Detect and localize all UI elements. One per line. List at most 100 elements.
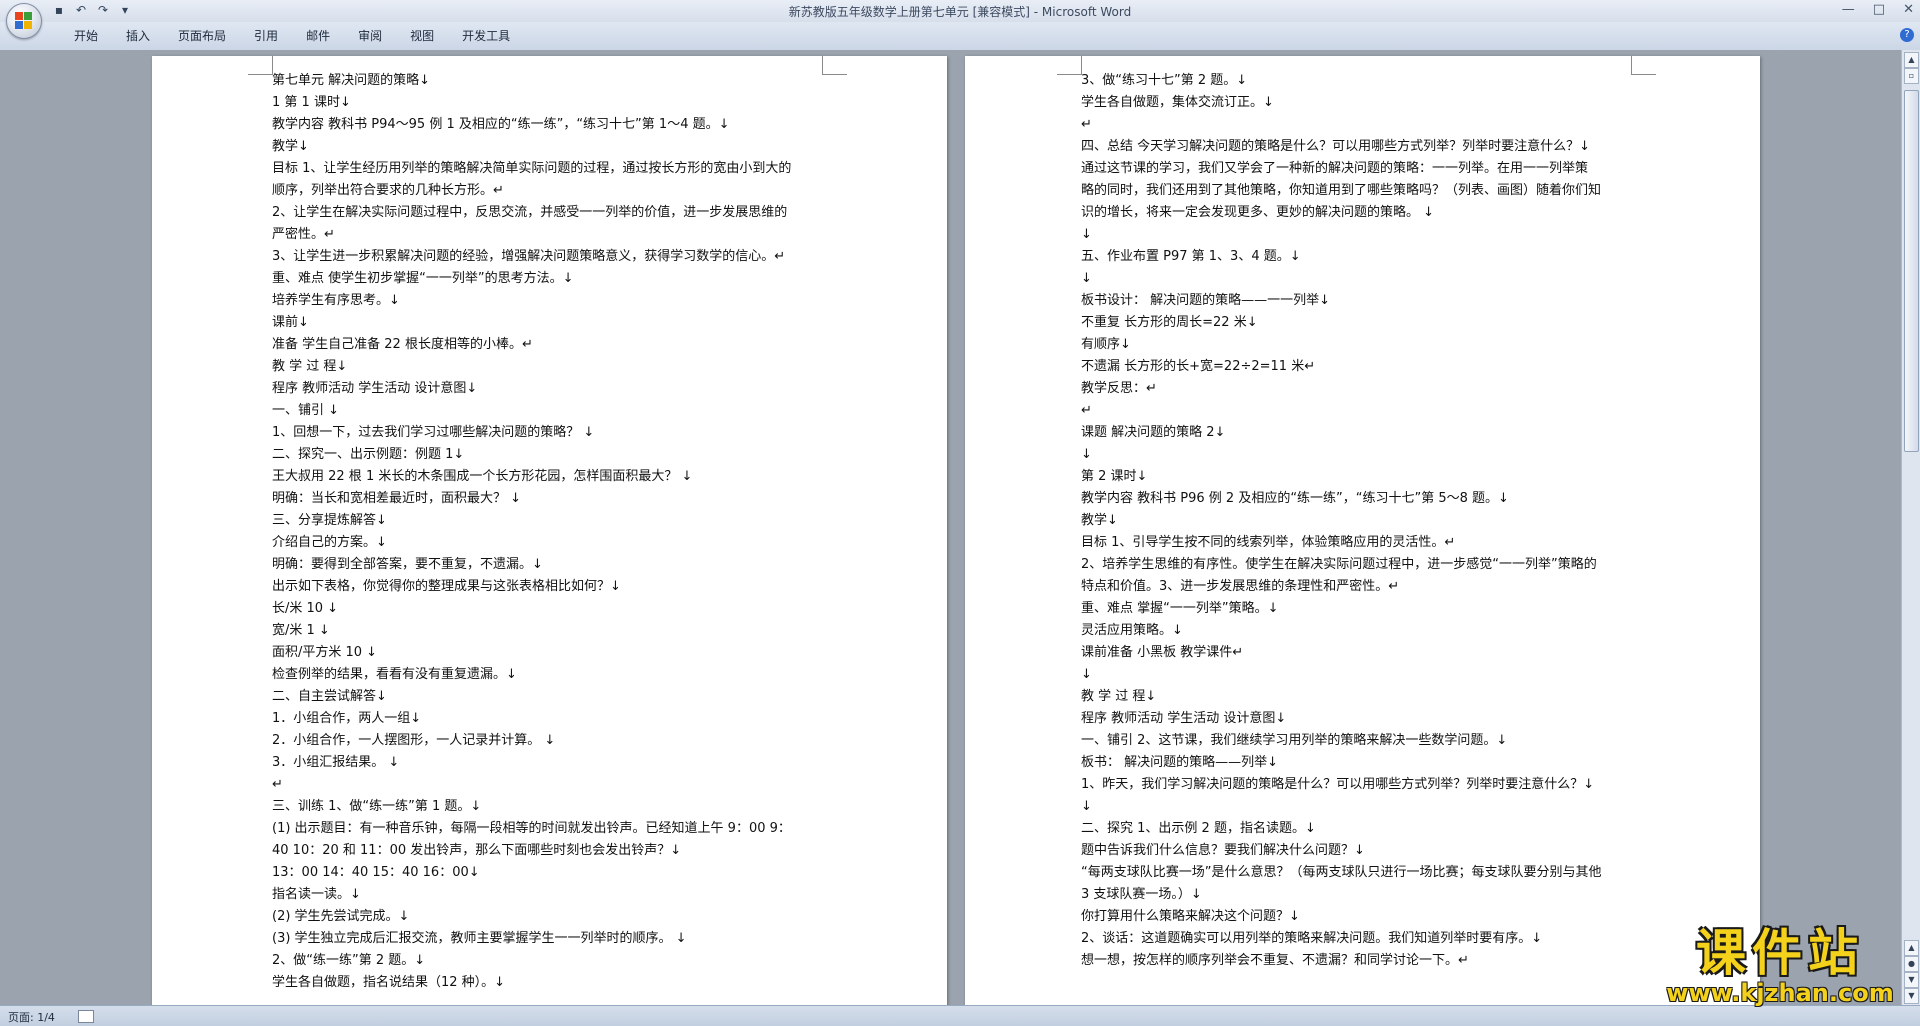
document-line: 3、让学生进一步积累解决问题的经验，增强解决问题策略意义，获得学习数学的信心。↵ (272, 249, 786, 264)
title-bar: ▪ ↶ ↷ ▾ 新苏教版五年级数学上册第七单元 [兼容模式] - Microso… (0, 0, 1920, 39)
document-line: ↓ (1081, 271, 1092, 286)
document-line: 明确：当长和宽相差最近时，面积最大？ ↓ (272, 491, 522, 506)
status-bar: 页面: 1/4 (0, 1005, 1920, 1026)
tab-mailings[interactable]: 邮件 (292, 28, 344, 44)
document-line: 学生各自做题，指名说结果（12 种）。↓ (272, 975, 506, 990)
document-line: 四、总结 今天学习解决问题的策略是什么？可以用哪些方式列举？列举时要注意什么？↓ (1081, 139, 1591, 154)
document-line: 1．小组合作，两人一组↓ (272, 711, 422, 726)
document-line: 准备 学生自己准备 22 根长度相等的小棒。↵ (272, 337, 533, 352)
document-line: 识的增长，将来一定会发现更多、更妙的解决问题的策略。 ↓ (1081, 205, 1435, 220)
window-controls: — □ ✕ (1842, 2, 1914, 17)
ribbon: 开始 插入 页面布局 引用 邮件 审阅 视图 开发工具 ? (0, 22, 1920, 51)
document-line: 王大叔用 22 根 1 米长的木条围成一个长方形花园，怎样围面积最大？ ↓ (272, 469, 693, 484)
document-line: ↓ (1081, 447, 1092, 462)
document-line: 明确：要得到全部答案，要不重复，不遗漏。↓ (272, 557, 543, 572)
tab-references[interactable]: 引用 (240, 28, 292, 44)
document-line: 灵活应用策略。↓ (1081, 623, 1183, 638)
page-indicator[interactable]: 页面: 1/4 (8, 1009, 55, 1025)
ribbon-tabs: 开始 插入 页面布局 引用 邮件 审阅 视图 开发工具 (60, 28, 524, 44)
document-line: ↵ (1081, 117, 1092, 132)
tab-review[interactable]: 审阅 (344, 28, 396, 44)
proofing-status-icon[interactable] (78, 1010, 94, 1023)
document-line: 指名读一读。↓ (272, 887, 361, 902)
scrollbar-thumb[interactable] (1904, 90, 1919, 452)
document-line: 课前↓ (272, 315, 309, 330)
document-line: 面积/平方米 10 ↓ (272, 645, 378, 660)
document-line: 特点和价值。3、进一步发展思维的条理性和严密性。↵ (1081, 579, 1400, 594)
scroll-down-icon[interactable]: ▼ (1904, 988, 1919, 1004)
document-page-left[interactable]: 第七单元 解决问题的策略↓ 1 第 1 课时↓ 教学内容 教科书 P94～95 … (152, 56, 947, 1005)
document-line: 三、训练 1、做“练一练”第 1 题。↓ (272, 799, 482, 814)
document-line: 教学内容 教科书 P96 例 2 及相应的“练一练”，“练习十七”第 5～8 题… (1081, 491, 1509, 506)
document-line: 教 学 过 程↓ (272, 359, 348, 374)
document-line: (3) 学生独立完成后汇报交流，教师主要掌握学生一一列举时的顺序。 ↓ (272, 931, 687, 946)
document-line: 40 10：20 和 11：00 发出铃声，那么下面哪些时刻也会发出铃声？↓ (272, 843, 682, 858)
tab-insert[interactable]: 插入 (112, 28, 164, 44)
document-line: 重、难点 掌握“一一列举”策略。↓ (1081, 601, 1279, 616)
window-title: 新苏教版五年级数学上册第七单元 [兼容模式] - Microsoft Word (788, 5, 1132, 19)
document-line: 3．小组汇报结果。 ↓ (272, 755, 400, 770)
document-line: ↵ (1081, 403, 1092, 418)
browse-object-icon[interactable]: ● (1904, 956, 1919, 972)
tab-developer[interactable]: 开发工具 (448, 28, 524, 44)
document-line: 重、难点 使学生初步掌握“一一列举”的思考方法。↓ (272, 271, 574, 286)
document-line: 介绍自己的方案。↓ (272, 535, 387, 550)
close-button[interactable]: ✕ (1903, 2, 1914, 17)
document-line: 板书： 解决问题的策略——列举↓ (1081, 755, 1279, 770)
document-line: (2) 学生先尝试完成。↓ (272, 909, 410, 924)
document-line: 检查例举的结果，看看有没有重复遗漏。↓ (272, 667, 517, 682)
scroll-up-icon[interactable]: ▲ (1904, 52, 1919, 68)
document-line: 目标 1、让学生经历用列举的策略解决简单实际问题的过程，通过按长方形的宽由小到大… (272, 161, 792, 176)
document-line: 一、铺引 2、这节课，我们继续学习用列举的策略来解决一些数学问题。↓ (1081, 733, 1508, 748)
document-line: 2、让学生在解决实际问题过程中，反思交流，并感受一一列举的价值，进一步发展思维的 (272, 205, 788, 220)
document-line: 3 支球队赛一场。）↓ (1081, 887, 1202, 902)
previous-page-icon[interactable]: ▲ (1904, 940, 1919, 956)
document-line: 二、探究一、出示例题：例题 1↓ (272, 447, 465, 462)
document-line: 二、自主尝试解答↓ (272, 689, 387, 704)
document-page-right[interactable]: 3、做“练习十七”第 2 题。↓ 学生各自做题，集体交流订正。↓ ↵ 四、总结 … (965, 56, 1760, 1005)
document-line: 你打算用什么策略来解决这个问题？↓ (1081, 909, 1300, 924)
document-line: 严密性。↵ (272, 227, 335, 242)
document-line: 2、谈话：这道题确实可以用列举的策略来解决问题。我们知道列举时要有序。↓ (1081, 931, 1543, 946)
document-line: 板书设计： 解决问题的策略——一一列举↓ (1081, 293, 1331, 308)
document-line: 2、培养学生思维的有序性。使学生在解决实际问题过程中，进一步感觉“一一列举”策略… (1081, 557, 1597, 572)
document-line: 二、探究 1、出示例 2 题，指名读题。↓ (1081, 821, 1316, 836)
document-line: 有顺序↓ (1081, 337, 1131, 352)
document-line: 3、做“练习十七”第 2 题。↓ (1081, 73, 1248, 88)
document-line: “每两支球队比赛一场”是什么意思？（每两支球队只进行一场比赛；每支球队要分别与其… (1081, 865, 1602, 880)
document-line: 略的同时，我们还用到了其他策略，你知道用到了哪些策略吗？（列表、画图）随着你们知 (1081, 183, 1602, 198)
document-line: (1) 出示题目：有一种音乐钟，每隔一段相等的时间就发出铃声。已经知道上午 9：… (272, 821, 791, 836)
margin-corner-mark (248, 56, 273, 75)
tab-view[interactable]: 视图 (396, 28, 448, 44)
document-line: 教学↓ (272, 139, 309, 154)
document-line: 宽/米 1 ↓ (272, 623, 330, 638)
ruler-toggle-icon[interactable]: ▫ (1904, 68, 1919, 84)
vertical-scrollbar[interactable]: ▲ ▫ ▲ ● ▼ ▼ (1901, 50, 1920, 1005)
document-line: 教学反思：↵ (1081, 381, 1157, 396)
document-line: 题中告诉我们什么信息？要我们解决什么问题？↓ (1081, 843, 1365, 858)
document-line: 2、做“练一练”第 2 题。↓ (272, 953, 426, 968)
help-icon[interactable]: ? (1900, 28, 1914, 42)
minimize-button[interactable]: — (1842, 2, 1855, 17)
document-line: 出示如下表格，你觉得你的整理成果与这张表格相比如何？↓ (272, 579, 621, 594)
page-text-right: 3、做“练习十七”第 2 题。↓ 学生各自做题，集体交流订正。↓ ↵ 四、总结 … (1081, 70, 1671, 972)
document-line: ↓ (1081, 667, 1092, 682)
next-page-icon[interactable]: ▼ (1904, 972, 1919, 988)
document-line: 教学↓ (1081, 513, 1118, 528)
office-logo-icon (15, 12, 33, 30)
document-line: 课前准备 小黑板 教学课件↵ (1081, 645, 1244, 660)
document-line: 顺序，列举出符合要求的几种长方形。↵ (272, 183, 504, 198)
document-line: 第 2 课时↓ (1081, 469, 1148, 484)
document-line: 程序 教师活动 学生活动 设计意图↓ (1081, 711, 1287, 726)
document-line: ↓ (1081, 227, 1092, 242)
document-line: ↵ (272, 777, 283, 792)
margin-corner-mark (1057, 56, 1082, 75)
document-line: 教学内容 教科书 P94～95 例 1 及相应的“练一练”，“练习十七”第 1～… (272, 117, 730, 132)
document-line: 程序 教师活动 学生活动 设计意图↓ (272, 381, 478, 396)
tab-page-layout[interactable]: 页面布局 (164, 28, 240, 44)
tab-home[interactable]: 开始 (60, 28, 112, 44)
maximize-button[interactable]: □ (1873, 2, 1885, 17)
site-watermark: 课件站 www.kjzhan.com (1660, 925, 1900, 1005)
office-button[interactable] (6, 3, 42, 39)
page-text-left: 第七单元 解决问题的策略↓ 1 第 1 课时↓ 教学内容 教科书 P94～95 … (272, 70, 862, 994)
